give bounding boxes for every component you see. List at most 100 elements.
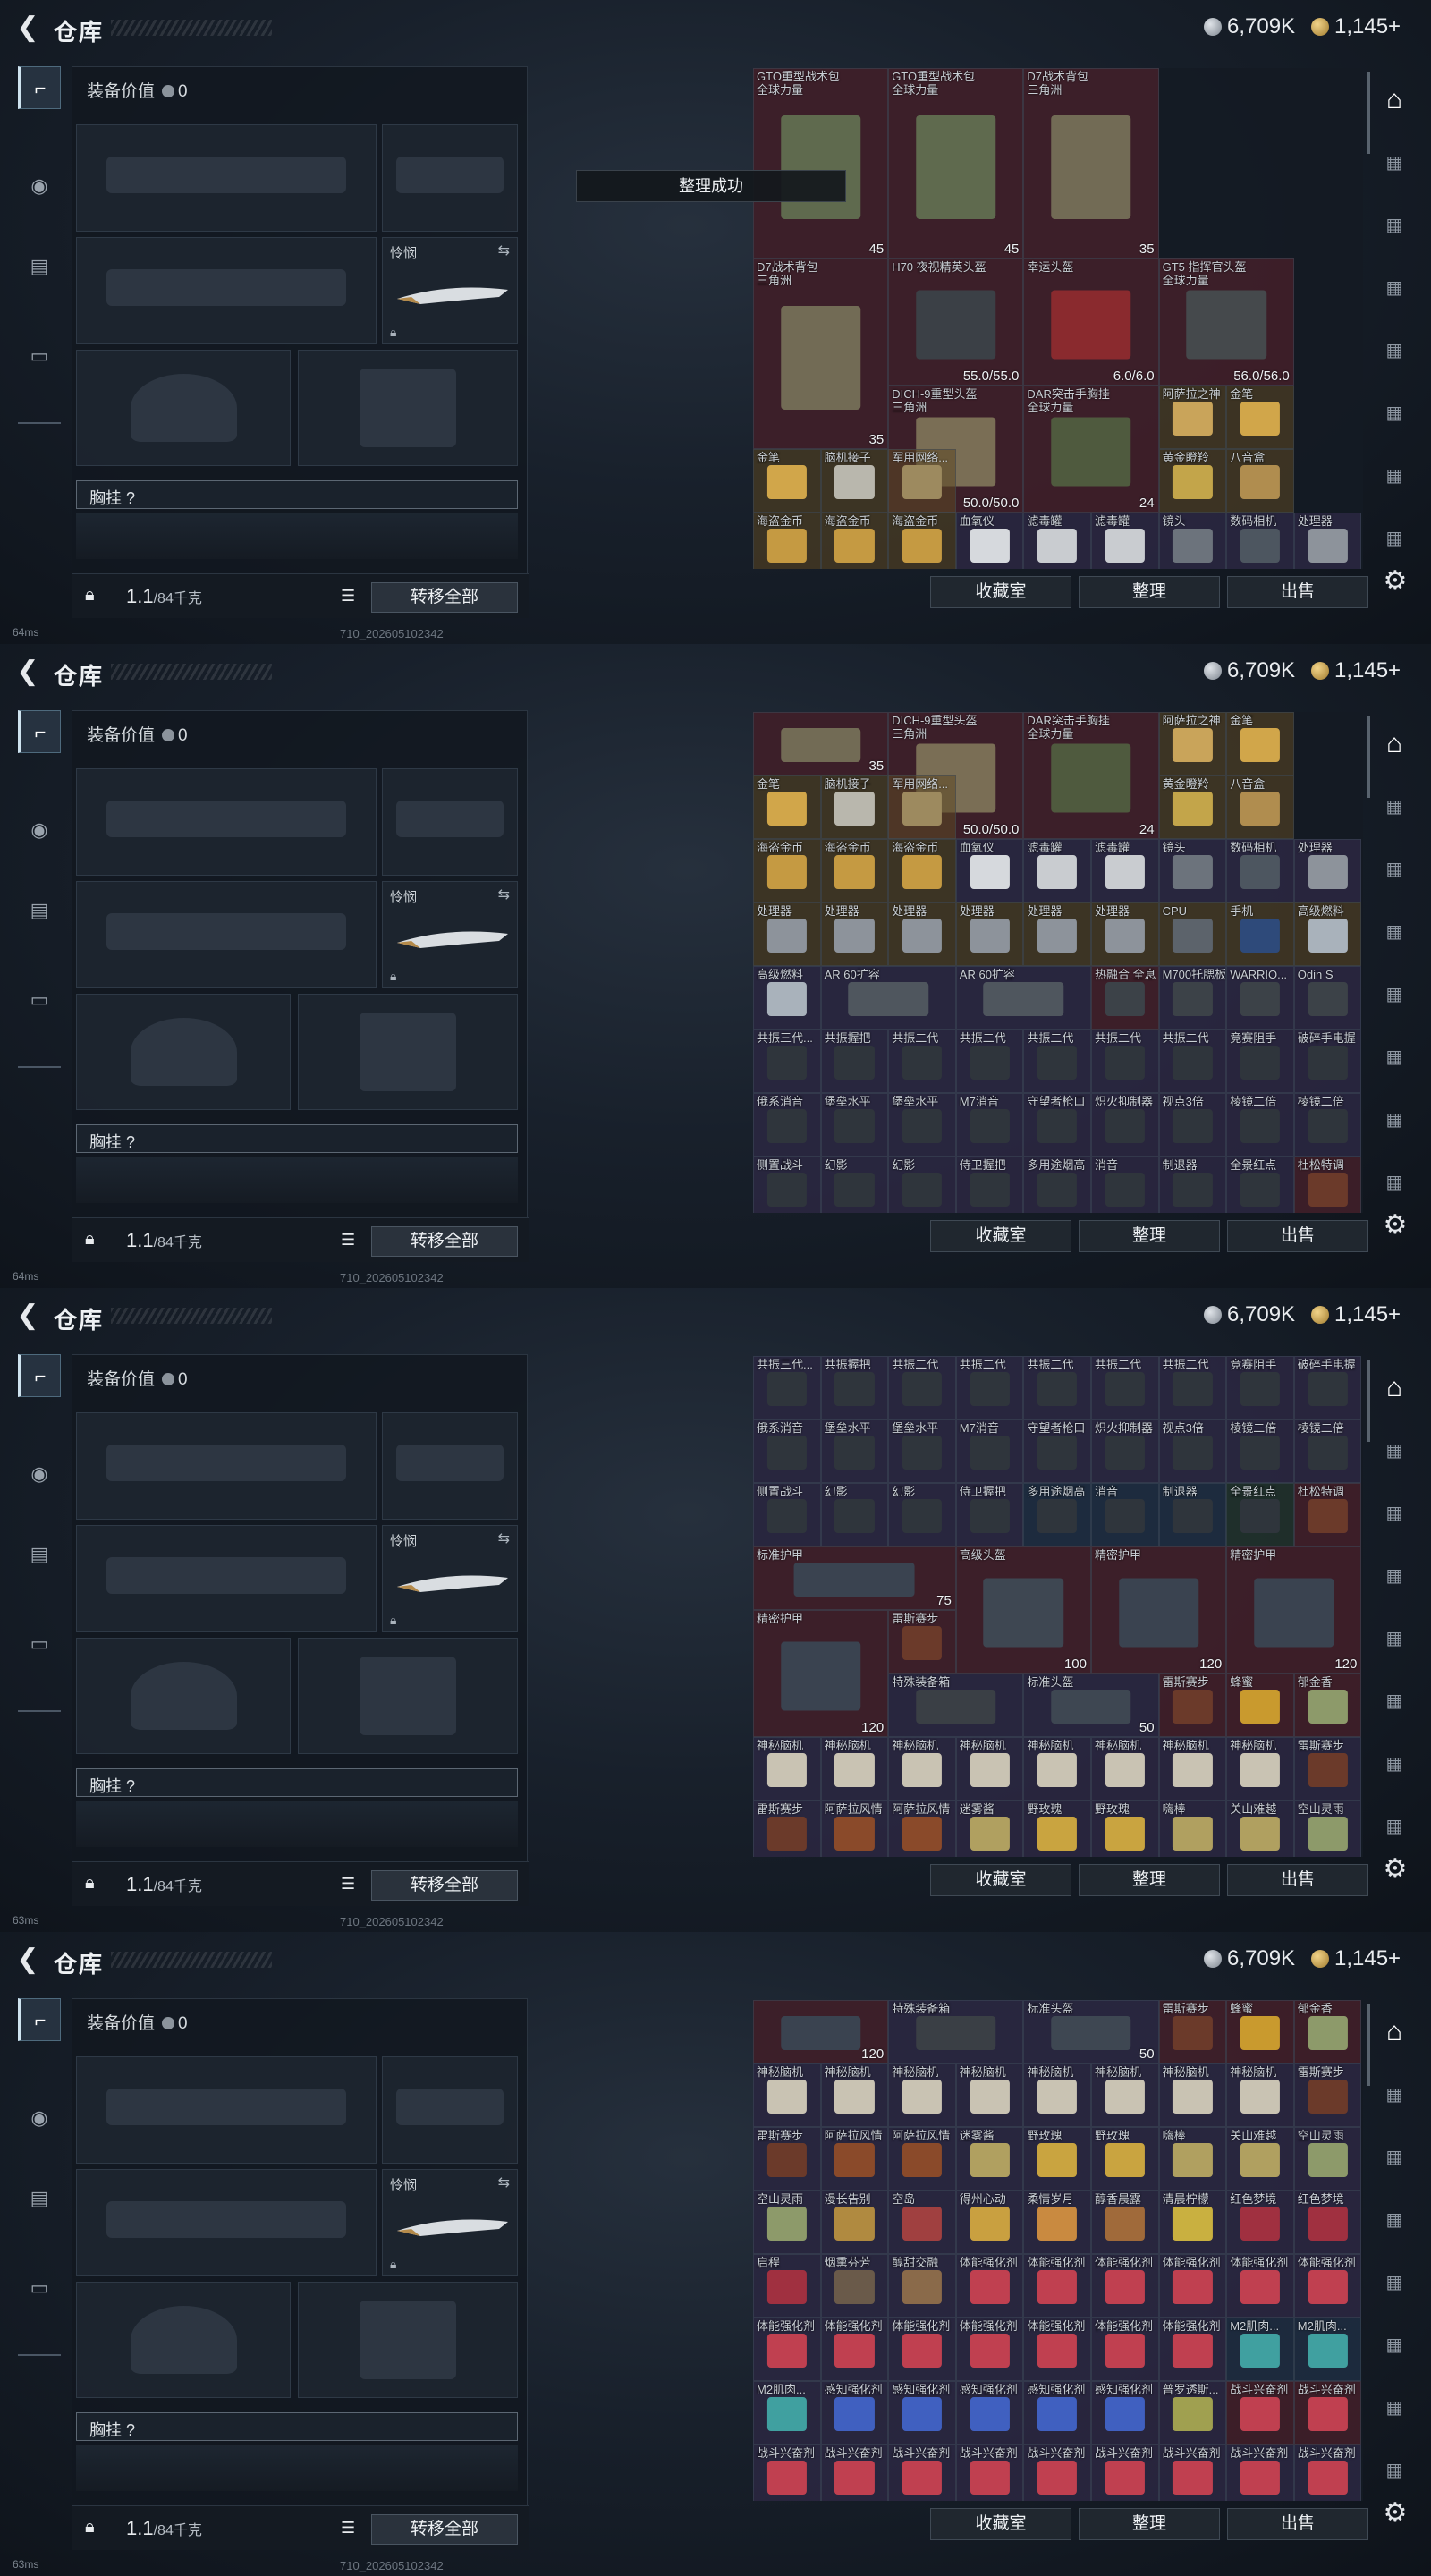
storage-tab-8-icon[interactable]: ▦ [1376, 1809, 1413, 1844]
chest-rig-header[interactable]: 胸挂 ? [76, 2412, 518, 2441]
inventory-item[interactable]: 迷雾酱 [955, 2127, 1024, 2190]
helmet-tab-icon[interactable]: ◉ [18, 1453, 61, 1496]
inventory-item[interactable]: 共振三代... [753, 1030, 821, 1093]
inventory-item[interactable]: 阿萨拉风情 [888, 1801, 956, 1857]
inventory-item[interactable]: 柔情岁月 [1023, 2190, 1091, 2254]
storage-tab-8-icon[interactable]: ▦ [1376, 2453, 1413, 2488]
inventory-item[interactable]: 幸运头盔 6.0/6.0 [1023, 258, 1159, 386]
inventory-item[interactable]: 神秘脑机 [753, 1737, 821, 1801]
inventory-item[interactable]: 郁金香 [1293, 1674, 1362, 1737]
inventory-item[interactable]: 神秘脑机 [888, 2063, 956, 2127]
inventory-item[interactable]: 空岛 [888, 2190, 956, 2254]
primary-weapon-slot[interactable] [76, 2056, 377, 2164]
list-icon[interactable]: ☰ [341, 1875, 355, 1894]
inventory-item[interactable]: 滤毒罐 [1023, 513, 1091, 569]
inventory-item[interactable]: 堡垒水平 [820, 1419, 889, 1483]
collection-button[interactable]: 收藏室 [930, 1864, 1071, 1896]
inventory-item[interactable]: 醇香晨露 [1091, 2190, 1159, 2254]
inventory-item[interactable]: 得州心动 [955, 2190, 1024, 2254]
inventory-item[interactable]: 破碎手电握 [1293, 1030, 1362, 1093]
inventory-item[interactable]: 体能强化剂 [1023, 2254, 1091, 2318]
inventory-item[interactable]: 热融合 全息 [1091, 966, 1159, 1030]
inventory-item[interactable]: 海盗金币 [753, 839, 821, 902]
inventory-item[interactable]: M2肌肉... [753, 2381, 821, 2445]
inventory-item[interactable]: 标准头盔 50 [1023, 2000, 1159, 2063]
inventory-item[interactable]: 雷斯赛步 [1293, 1737, 1362, 1801]
inventory-item[interactable]: 空山灵雨 [753, 2190, 821, 2254]
inventory-item[interactable]: 共振三代... [753, 1356, 821, 1419]
sort-button[interactable]: 整理 [1079, 1864, 1220, 1896]
weapon-tab-icon[interactable]: ⌐ [18, 1998, 61, 2041]
storage-tab-5-icon[interactable]: ▦ [1376, 333, 1413, 369]
chest-rig-header[interactable]: 胸挂 ? [76, 1768, 518, 1797]
inventory-item[interactable]: 迷雾酱 [955, 1801, 1024, 1857]
inventory-item[interactable]: 处理器 [1293, 513, 1362, 569]
helmet-tab-icon[interactable]: ◉ [18, 2097, 61, 2140]
swap-icon[interactable]: ⇆ [498, 2174, 510, 2191]
inventory-item[interactable]: 野玫瑰 [1023, 2127, 1091, 2190]
inventory-item[interactable]: M2肌肉... [1293, 2318, 1362, 2381]
inventory-item[interactable]: 侍卫握把 [955, 1157, 1024, 1213]
inventory-item[interactable]: 红色梦境 [1293, 2190, 1362, 2254]
vest-tab-icon[interactable]: ▤ [18, 245, 61, 288]
inventory-item[interactable]: 八音盒 [1226, 449, 1294, 513]
inventory-item[interactable]: 棱镜二倍 [1293, 1093, 1362, 1157]
inventory-item[interactable]: 红色梦境 [1226, 2190, 1294, 2254]
helmet-tab-icon[interactable]: ◉ [18, 165, 61, 208]
inventory-item[interactable]: 战斗兴奋剂 [1158, 2445, 1227, 2501]
inventory-item[interactable]: 感知强化剂 [1023, 2381, 1091, 2445]
inventory-item[interactable]: 海盗金币 [753, 513, 821, 569]
helmet-slot[interactable] [76, 994, 291, 1110]
inventory-item[interactable]: 烟熏芬芳 [820, 2254, 889, 2318]
inventory-item[interactable]: 海盗金币 [820, 513, 889, 569]
inventory-item[interactable]: 野玫瑰 [1023, 1801, 1091, 1857]
inventory-item[interactable]: 视点3倍 [1158, 1093, 1227, 1157]
inventory-item[interactable]: 神秘脑机 [1023, 2063, 1091, 2127]
inventory-item[interactable]: 神秘脑机 [1226, 1737, 1294, 1801]
inventory-item[interactable]: 共振二代 [888, 1356, 956, 1419]
inventory-item[interactable]: 关山难越 [1226, 1801, 1294, 1857]
primary-weapon-slot[interactable] [76, 124, 377, 232]
inventory-item[interactable]: D7战术背包 三角洲 35 [1023, 68, 1159, 258]
inventory-item[interactable]: 海盗金币 [888, 839, 956, 902]
back-arrow-icon[interactable]: ❮ [13, 657, 43, 687]
storage-tab-2-icon[interactable]: ▦ [1376, 145, 1413, 181]
storage-tab-4-icon[interactable]: ▦ [1376, 270, 1413, 306]
inventory-item[interactable]: H70 夜视精英头盔 55.0/55.0 [888, 258, 1024, 386]
inventory-item[interactable]: 普罗透斯... [1158, 2381, 1227, 2445]
inventory-item[interactable]: 海盗金币 [888, 513, 956, 569]
inventory-item[interactable]: 棱镜二倍 [1293, 1419, 1362, 1483]
inventory-item[interactable]: 侍卫握把 [955, 1483, 1024, 1546]
pistol-slot[interactable] [382, 2056, 518, 2164]
inventory-item[interactable]: 幻影 [820, 1483, 889, 1546]
inventory-item[interactable]: 雷斯赛步 [753, 1801, 821, 1857]
inventory-item[interactable]: 精密护甲 120 [1091, 1546, 1227, 1674]
inventory-item[interactable]: 特殊装备箱 [888, 1674, 1024, 1737]
inventory-item[interactable]: 神秘脑机 [1091, 2063, 1159, 2127]
inventory-item[interactable]: 阿萨拉之神 [1158, 386, 1227, 449]
inventory-item[interactable]: 特殊装备箱 [888, 2000, 1024, 2063]
inventory-item[interactable]: 共振二代 [1091, 1030, 1159, 1093]
inventory-item[interactable]: 共振二代 [1158, 1030, 1227, 1093]
list-icon[interactable]: ☰ [341, 587, 355, 606]
storage-tab-3-icon[interactable]: ▦ [1376, 1496, 1413, 1531]
storage-tab-2-icon[interactable]: ▦ [1376, 789, 1413, 825]
storage-tab-6-icon[interactable]: ▦ [1376, 395, 1413, 431]
sort-button[interactable]: 整理 [1079, 2508, 1220, 2540]
melee-slot[interactable]: 怜悯 ⇆ 🔒︎ [382, 2169, 518, 2276]
settings-gear-icon[interactable]: ⚙ [1379, 2497, 1411, 2529]
inventory-item[interactable]: 精密护甲 120 [1226, 1546, 1362, 1674]
pistol-slot[interactable] [382, 1412, 518, 1520]
bag-tab-icon[interactable]: ▭ [18, 1623, 61, 1665]
inventory-scrollbar[interactable] [1367, 1360, 1370, 1442]
storage-tab-6-icon[interactable]: ▦ [1376, 1039, 1413, 1075]
warehouse-icon[interactable]: ⌂ [1376, 1370, 1413, 1406]
inventory-item[interactable]: 高级燃料 [1293, 902, 1362, 966]
vest-tab-icon[interactable]: ▤ [18, 1533, 61, 1576]
inventory-item[interactable]: 体能强化剂 [1091, 2318, 1159, 2381]
inventory-item[interactable]: 神秘脑机 [820, 2063, 889, 2127]
inventory-item[interactable]: DAR突击手胸挂 全球力量 24 [1023, 386, 1159, 513]
inventory-item[interactable]: 守望者枪口 [1023, 1093, 1091, 1157]
inventory-item[interactable]: 标准护甲 75 [753, 1546, 956, 1610]
inventory-item[interactable]: 体能强化剂 [888, 2318, 956, 2381]
